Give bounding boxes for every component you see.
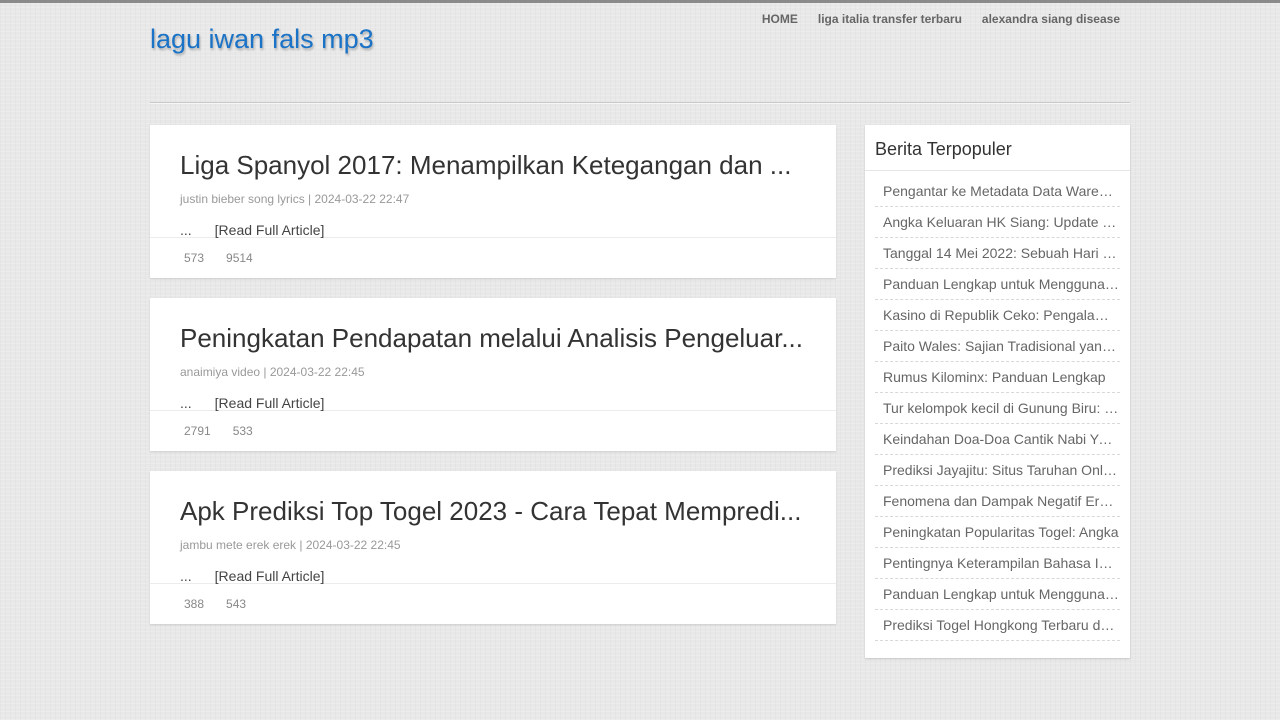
post-meta: anaimiya video | 2024-03-22 22:45: [180, 365, 365, 379]
popular-news-item[interactable]: Rumus Kilominx: Panduan Lengkap: [875, 362, 1120, 393]
popular-news-item[interactable]: Pengantar ke Metadata Data Warehouse: [875, 176, 1120, 207]
popular-news-list: Pengantar ke Metadata Data Warehouse Ang…: [865, 171, 1130, 641]
post-meta: jambu mete erek erek | 2024-03-22 22:45: [180, 538, 401, 552]
post-excerpt: ... [Read Full Article]: [180, 395, 806, 411]
post-list: Liga Spanyol 2017: Menampilkan Keteganga…: [150, 125, 836, 644]
popular-news-item[interactable]: Panduan Lengkap untuk Menggunakan: [875, 579, 1120, 610]
post-stats: 2791 533: [150, 410, 836, 451]
post-excerpt: ... [Read Full Article]: [180, 222, 806, 238]
excerpt-text: ...: [180, 222, 192, 238]
post-stat-1: 573: [184, 251, 205, 265]
header-divider: [150, 102, 1130, 104]
nav-liga-italia[interactable]: liga italia transfer terbaru: [818, 12, 962, 26]
popular-news-item[interactable]: Pentingnya Keterampilan Bahasa Inggris: [875, 548, 1120, 579]
top-nav: HOME liga italia transfer terbaru alexan…: [762, 12, 1120, 26]
post-title[interactable]: Apk Prediksi Top Togel 2023 - Cara Tepat…: [180, 496, 806, 526]
post-card: Liga Spanyol 2017: Menampilkan Keteganga…: [150, 125, 836, 278]
popular-news-item[interactable]: Peningkatan Popularitas Togel: Angka: [875, 517, 1120, 548]
post-excerpt: ... [Read Full Article]: [180, 568, 806, 584]
post-stat-1: 2791: [184, 424, 211, 438]
read-more-link[interactable]: [Read Full Article]: [215, 568, 325, 584]
nav-home[interactable]: HOME: [762, 12, 798, 26]
popular-news-item[interactable]: Keindahan Doa-Doa Cantik Nabi Yusuf: [875, 424, 1120, 455]
post-stat-2: 543: [226, 597, 247, 611]
sidebar-title: Berita Terpopuler: [865, 125, 1130, 171]
post-stats: 388 543: [150, 583, 836, 624]
post-stat-1: 388: [184, 597, 205, 611]
read-more-link[interactable]: [Read Full Article]: [215, 222, 325, 238]
popular-news-item[interactable]: Tanggal 14 Mei 2022: Sebuah Hari Penting: [875, 238, 1120, 269]
post-meta: justin bieber song lyrics | 2024-03-22 2…: [180, 192, 410, 206]
post-stat-2: 533: [232, 424, 253, 438]
post-title[interactable]: Peningkatan Pendapatan melalui Analisis …: [180, 323, 806, 353]
excerpt-text: ...: [180, 395, 192, 411]
read-more-link[interactable]: [Read Full Article]: [215, 395, 325, 411]
site-title[interactable]: lagu iwan fals mp3: [150, 24, 374, 55]
popular-news-item[interactable]: Paito Wales: Sajian Tradisional yang Lez…: [875, 331, 1120, 362]
popular-news-item[interactable]: Prediksi Jayajitu: Situs Taruhan Online: [875, 455, 1120, 486]
popular-news-item[interactable]: Fenomena dan Dampak Negatif Erek Erek: [875, 486, 1120, 517]
popular-news-item[interactable]: Tur kelompok kecil di Gunung Biru: Petua…: [875, 393, 1120, 424]
top-border: [0, 0, 1280, 3]
popular-news-sidebar: Berita Terpopuler Pengantar ke Metadata …: [865, 125, 1130, 658]
popular-news-item[interactable]: Prediksi Togel Hongkong Terbaru dan Akur…: [875, 610, 1120, 641]
excerpt-text: ...: [180, 568, 192, 584]
post-title[interactable]: Liga Spanyol 2017: Menampilkan Keteganga…: [180, 150, 806, 180]
popular-news-item[interactable]: Kasino di Republik Ceko: Pengalaman: [875, 300, 1120, 331]
popular-news-item[interactable]: Angka Keluaran HK Siang: Update Terbaru: [875, 207, 1120, 238]
post-card: Apk Prediksi Top Togel 2023 - Cara Tepat…: [150, 471, 836, 624]
nav-alexandra[interactable]: alexandra siang disease: [982, 12, 1120, 26]
post-stat-2: 9514: [226, 251, 253, 265]
post-card: Peningkatan Pendapatan melalui Analisis …: [150, 298, 836, 451]
post-stats: 573 9514: [150, 237, 836, 278]
popular-news-item[interactable]: Panduan Lengkap untuk Menggunakan: [875, 269, 1120, 300]
